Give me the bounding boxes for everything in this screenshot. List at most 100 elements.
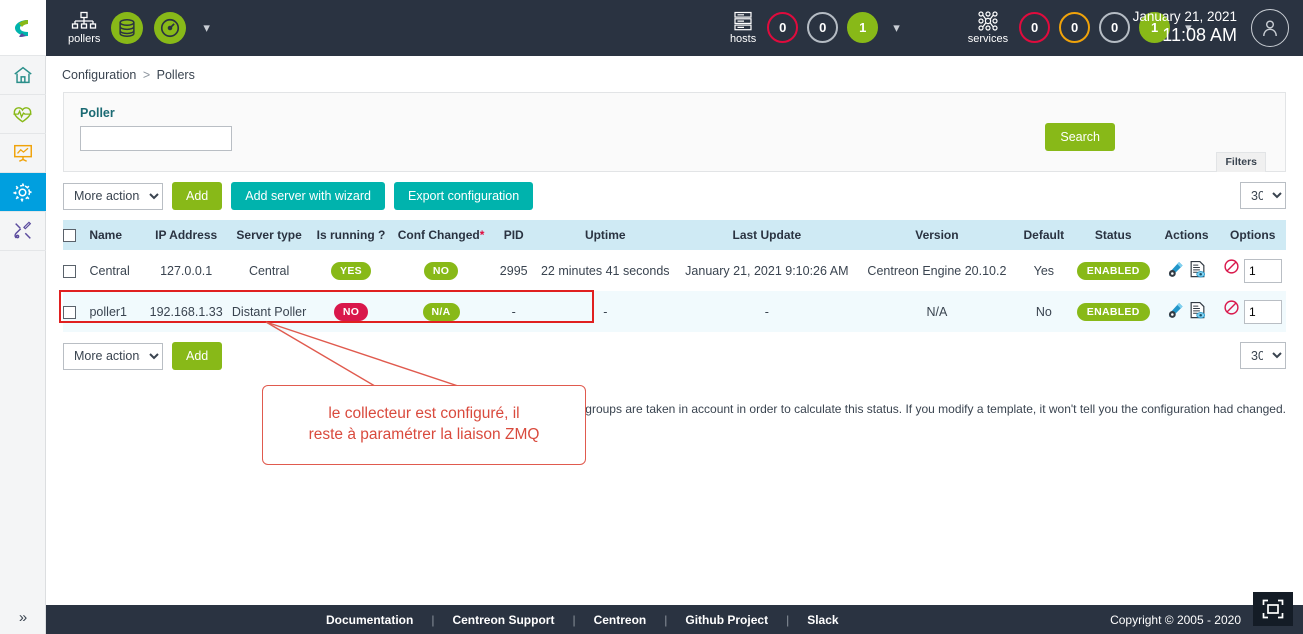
footer-links: Documentation | Centreon Support | Centr… [322, 613, 843, 627]
row-actions[interactable] [1166, 260, 1207, 279]
footer-separator: | [664, 612, 668, 627]
option-input[interactable] [1243, 300, 1282, 325]
add-button-top[interactable]: Add [172, 182, 223, 210]
sidebar-item-reporting[interactable] [0, 134, 46, 173]
document-view-icon[interactable] [1188, 260, 1207, 279]
cell-uptime: 22 minutes 41 seconds [535, 250, 675, 292]
option-input[interactable] [1243, 259, 1282, 284]
cell-name: Central [63, 250, 146, 292]
deny-circle-icon[interactable] [1223, 259, 1243, 278]
hosts-menu-button[interactable]: hosts [730, 11, 756, 46]
breadcrumb-separator: > [142, 68, 151, 82]
th-default: Default [1014, 220, 1073, 251]
services-grid-icon [978, 11, 998, 31]
services-menu-button[interactable]: services [968, 11, 1008, 46]
pollers-chevron-down-icon[interactable]: ▾ [203, 20, 210, 36]
th-server-type: Server type [226, 220, 312, 251]
edit-gear-icon[interactable] [1166, 260, 1185, 279]
sidebar-item-home[interactable] [0, 56, 46, 95]
row-actions[interactable] [1166, 301, 1207, 320]
cell-is-running: NO [311, 291, 391, 333]
footer-link-github-project[interactable]: Github Project [681, 613, 772, 627]
table-row[interactable]: poller1 192.168.1.33 Distant Poller NO N… [63, 291, 1286, 333]
centreon-logo-icon [14, 19, 28, 37]
cell-version: Centreon Engine 20.10.2 [858, 250, 1015, 292]
sidebar-item-administration[interactable] [0, 212, 46, 251]
services-counter-critical[interactable]: 0 [1019, 12, 1051, 44]
document-view-icon[interactable] [1188, 301, 1207, 320]
th-last-update: Last Update [674, 220, 859, 251]
filter-panel: Poller Search Filters [63, 92, 1286, 172]
footer-link-slack[interactable]: Slack [803, 613, 842, 627]
hosts-chevron-down-icon[interactable]: ▾ [893, 20, 900, 36]
services-counter-unknown[interactable]: 0 [1099, 12, 1131, 44]
page-size-select-top[interactable]: 30 [1240, 182, 1286, 209]
sidebar-expand-button[interactable]: » [0, 600, 46, 634]
export-configuration-button[interactable]: Export configuration [394, 182, 534, 210]
table-row[interactable]: Central 127.0.0.1 Central YES NO 2995 22… [63, 250, 1286, 292]
cell-uptime: - [535, 291, 675, 333]
server-stack-icon [734, 11, 752, 30]
search-button[interactable]: Search [1045, 123, 1115, 151]
cell-name: poller1 [63, 291, 146, 333]
footer-separator: | [431, 612, 435, 627]
breadcrumb-current[interactable]: Pollers [157, 68, 195, 82]
hosts-label: hosts [729, 32, 757, 45]
footer-link-centreon-support[interactable]: Centreon Support [448, 613, 558, 627]
add-button-bottom[interactable]: Add [172, 342, 223, 371]
page-size-wrap-bottom: 30 [1240, 342, 1286, 370]
select-all-checkbox[interactable] [63, 229, 76, 243]
poller-filter-input[interactable] [80, 126, 232, 151]
is-running-badge: NO [333, 302, 369, 321]
row-checkbox[interactable] [63, 264, 76, 278]
th-name-label: Name [89, 228, 123, 242]
filters-tab[interactable]: Filters [1216, 152, 1266, 172]
footer: Documentation | Centreon Support | Centr… [46, 605, 1303, 634]
sidebar-item-monitoring[interactable] [0, 95, 46, 134]
hosts-counter-unreachable[interactable]: 0 [807, 12, 839, 44]
pollers-table: Name IP Address Server type Is running ?… [63, 220, 1286, 333]
current-time: 11:08 AM [1162, 25, 1237, 46]
footer-separator: | [786, 612, 790, 627]
user-avatar-icon [1263, 20, 1277, 37]
cell-default: Yes [1014, 250, 1073, 292]
main-content: Configuration > Pollers Poller Search Fi… [46, 56, 1303, 634]
services-counter-warning[interactable]: 0 [1059, 12, 1091, 44]
avatar[interactable] [1251, 9, 1289, 47]
clock: January 21, 2021 11:08 AM [1133, 9, 1237, 47]
deny-circle-icon[interactable] [1223, 300, 1243, 319]
status-badge: ENABLED [1076, 261, 1150, 280]
add-server-wizard-button[interactable]: Add server with wizard [231, 182, 385, 210]
th-conf-changed-label: Conf Changed [397, 228, 480, 243]
network-tree-icon [72, 11, 97, 29]
edit-gear-icon[interactable] [1166, 301, 1185, 320]
centreon-logo[interactable] [0, 0, 46, 56]
chart-board-icon [13, 144, 32, 162]
hosts-counter-up[interactable]: 1 [847, 12, 879, 44]
screenshot-capture-button[interactable] [1253, 592, 1293, 626]
hosts-counter-down[interactable]: 0 [767, 12, 799, 44]
annotation-text: le collecteur est configuré, il reste à … [301, 404, 548, 446]
database-status-indicator[interactable] [111, 12, 144, 44]
cell-pid: 2995 [491, 250, 536, 292]
more-actions-select-top[interactable]: More actions... [63, 182, 163, 210]
row-checkbox[interactable] [63, 305, 76, 319]
footer-link-centreon[interactable]: Centreon [590, 613, 651, 627]
more-actions-select-bottom[interactable]: More actions... [63, 342, 163, 370]
pollers-menu-button[interactable]: pollers [68, 11, 100, 45]
cell-actions [1153, 250, 1220, 292]
breadcrumb-parent[interactable]: Configuration [62, 68, 136, 82]
cell-status: ENABLED [1072, 250, 1154, 292]
footer-link-documentation[interactable]: Documentation [322, 613, 417, 627]
engine-status-indicator[interactable] [154, 12, 187, 44]
sidebar-item-configuration[interactable] [0, 173, 46, 212]
top-bar: pollers ▾ hosts 0 0 1 ▾ services 0 0 0 1… [46, 0, 1303, 56]
page-size-select-bottom[interactable]: 30 [1240, 342, 1286, 370]
th-status: Status [1072, 220, 1154, 251]
conf-changed-badge: NO [423, 261, 459, 280]
heartbeat-icon [13, 106, 32, 123]
cell-last-update: January 21, 2021 9:10:26 AM [674, 250, 859, 292]
database-icon [119, 19, 136, 37]
table-header-row: Name IP Address Server type Is running ?… [63, 220, 1286, 251]
conf-changed-badge: N/A [422, 302, 460, 321]
